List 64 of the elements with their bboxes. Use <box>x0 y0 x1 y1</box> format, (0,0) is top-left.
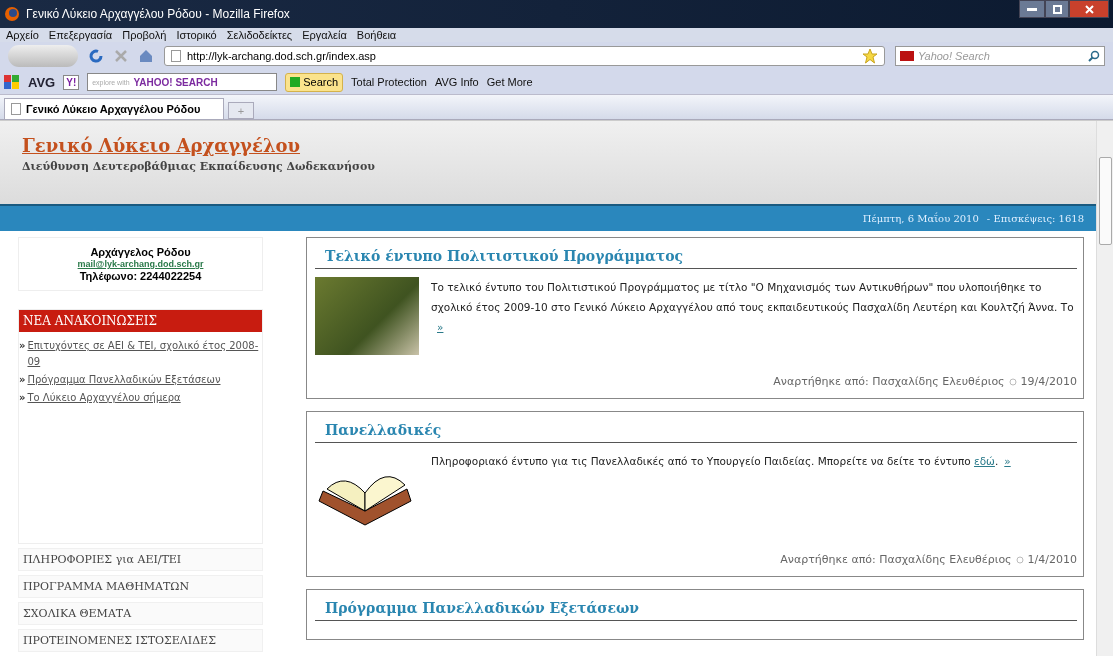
bullet-mark: » <box>19 339 26 353</box>
menu-item[interactable]: Εργαλεία <box>302 29 347 41</box>
news-link[interactable]: Το Λύκειο Αρχαγγέλου σήμερα <box>27 390 181 406</box>
search-engine-icon <box>900 51 914 61</box>
author-text: Αναρτήθηκε από: Πασχαλίδης Ελευθέριος <box>780 553 1012 566</box>
post-date: 1/4/2010 <box>1027 553 1077 566</box>
sidebar-menu-item[interactable]: ΣΧΟΛΙΚΑ ΘΕΜΑΤΑ <box>18 602 263 625</box>
read-more-link[interactable]: » <box>1004 455 1011 467</box>
author-text: Αναρτήθηκε από: Πασχαλίδης Ελευθέριος <box>773 375 1005 388</box>
article-title[interactable]: Τελικό έντυπο Πολιτιστικού Προγράμματος <box>315 248 1077 269</box>
article-title[interactable]: Πανελλαδικές <box>315 422 1077 443</box>
phone-text: Τηλέφωνο: 2244022254 <box>79 270 202 282</box>
sidebar-menu-item[interactable]: ΠΡΟΓΡΑΜΜΑ ΜΑΘΗΜΑΤΩΝ <box>18 575 263 598</box>
news-link[interactable]: Πρόγραμμα Πανελλαδικών Εξετάσεων <box>27 372 221 388</box>
maximize-icon <box>1052 4 1062 14</box>
news-link[interactable]: Επιτυχόντες σε ΑΕΙ & ΤΕΙ, σχολικό έτος 2008-09 <box>27 338 262 370</box>
menu-item[interactable]: Βοήθεια <box>356 29 397 41</box>
reload-icon[interactable] <box>88 48 104 64</box>
sidebar-menu-item[interactable]: ΠΛΗΡΟΦΟΡΙΕΣ για ΑΕΙ/ΤΕΙ <box>18 548 263 571</box>
bullet-mark: » <box>19 391 26 405</box>
address-field[interactable]: http://lyk-archang.dod.sch.gr/index.asp <box>164 46 885 66</box>
inline-link[interactable]: εδώ <box>974 455 995 467</box>
menu-item[interactable]: Ιστορικό <box>176 29 217 41</box>
search-button[interactable]: Search <box>285 72 344 92</box>
yahoo-menu-button[interactable]: Y! <box>63 74 80 90</box>
date-text: Πέμπτη, 6 Μαΐου 2010 <box>862 213 979 224</box>
minimize-icon <box>1027 7 1037 11</box>
sidebar-menu-item[interactable]: ΠΡΟΤΕΙΝΟΜΕΝΕΣ ΙΣΤΟΣΕΛΙΔΕΣ <box>18 629 263 652</box>
avg-brand: AVG <box>28 74 56 90</box>
toolbar-item[interactable]: Get More <box>486 76 533 88</box>
bullet-mark: » <box>19 373 26 387</box>
close-icon <box>1084 4 1094 14</box>
window-title: Γενικό Λύκειο Αρχαγγέλου Ρόδου - Mozilla Firefox <box>26 7 291 21</box>
menu-item[interactable]: Επεξεργασία <box>48 29 113 41</box>
email-link[interactable]: mail@lyk-archang.dod.sch.gr <box>77 259 204 269</box>
read-more-link[interactable]: » <box>437 321 444 333</box>
browser-logo-icon <box>4 6 20 22</box>
menu-item[interactable]: Αρχείο <box>6 29 39 41</box>
school-name: Αρχάγγελος Ρόδου <box>90 246 191 258</box>
bookmark-star-icon[interactable] <box>862 48 878 64</box>
avg-logo-icon <box>4 75 20 89</box>
home-icon[interactable] <box>138 48 154 64</box>
clock-icon <box>1008 377 1017 386</box>
page-icon <box>11 103 21 115</box>
scrollbar-thumb[interactable] <box>1098 157 1112 245</box>
article-text: Πληροφοριακό έντυπο για τις Πανελλαδικές από το Υπουργείο Παιδείας. Μπορείτε να δείτε το έντυπο εδώ. » <box>431 454 1011 469</box>
toolbar-item[interactable]: AVG Info <box>434 76 479 88</box>
menu-item[interactable]: Σελιδοδείκτες <box>226 29 293 41</box>
close-button[interactable] <box>1069 0 1109 18</box>
menu-item[interactable]: Προβολή <box>122 29 167 41</box>
page-icon <box>171 50 181 62</box>
minimize-button[interactable] <box>1019 0 1045 18</box>
browser-tab[interactable]: Γενικό Λύκειο Αρχαγγέλου Ρόδου <box>4 98 224 119</box>
article-text: Το τελικό έντυπο του Πολιτιστικού Προγράμματος με τίτλο "Ο Μηχανισμός των Αντικυθήρων" που υλοποιήθηκε το σχολικό έτος 2009-10 στο Γενικό Λύκειο Αρχαγγέλου από τους εκπαιδευτικούς Πασχαλίδη Λευτέρη και Κουλτζή Άννα. Το » <box>431 280 1075 335</box>
post-date: 19/4/2010 <box>1020 375 1077 388</box>
visit-counter: - Επισκέψεις: 1618 <box>986 213 1084 224</box>
article-title[interactable]: Πρόγραμμα Πανελλαδικών Εξετάσεων <box>315 600 1077 621</box>
site-title-link[interactable]: Γενικό Λύκειο Αρχαγγέλου <box>22 135 300 156</box>
toolbar-item[interactable]: Total Protection <box>351 76 427 88</box>
news-heading: ΝΕΑ ΑΝΑΚΟΙΝΩΣΕΙΣ <box>19 310 262 332</box>
clock-icon <box>1015 555 1024 564</box>
search-icon[interactable] <box>1088 50 1100 62</box>
maximize-button[interactable] <box>1045 0 1069 18</box>
site-subtitle: Διεύθυνση Δευτεροβάθμιας Εκπαίδευσης Δωδεκανήσου <box>22 160 376 173</box>
